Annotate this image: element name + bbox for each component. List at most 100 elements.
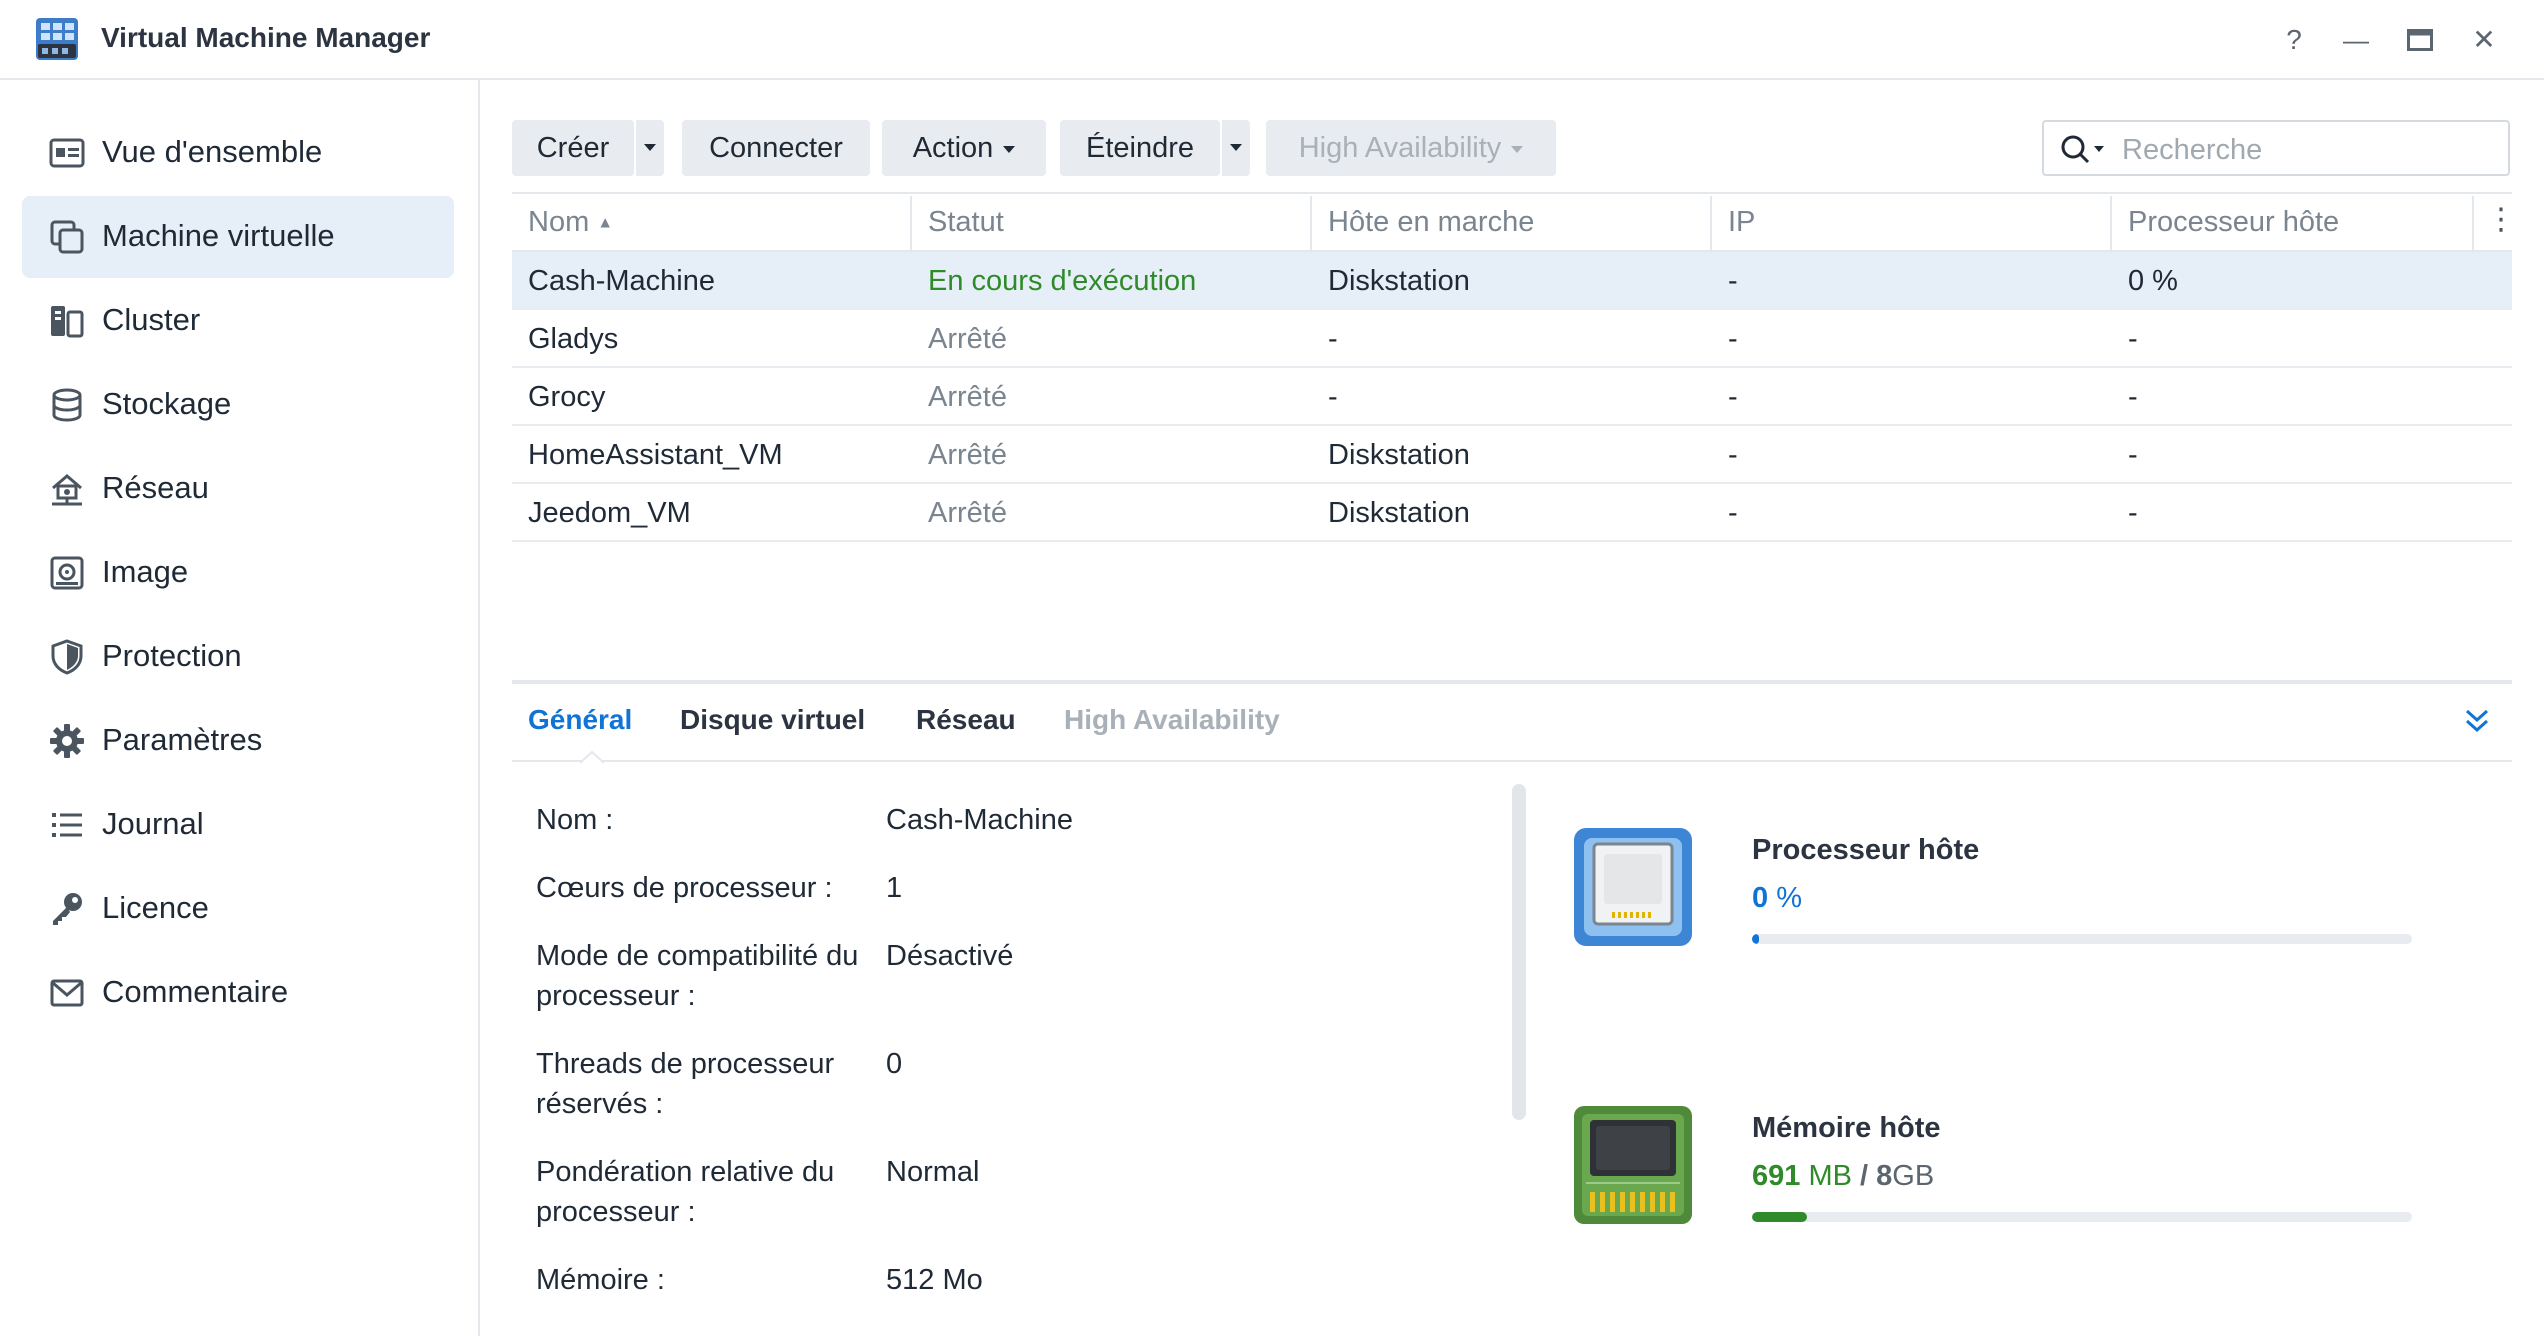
connect-button[interactable]: Connecter bbox=[682, 120, 870, 176]
memory-total-number: 8 bbox=[1876, 1160, 1893, 1192]
minimize-icon[interactable]: — bbox=[2336, 20, 2376, 60]
search-placeholder: Recherche bbox=[2122, 134, 2263, 166]
field-label: Threads de processeur réservés : bbox=[536, 1048, 835, 1120]
column-divider[interactable] bbox=[2110, 196, 2112, 252]
field-value: Cash-Machine bbox=[886, 804, 1073, 836]
vm-host-cpu: - bbox=[2128, 497, 2138, 529]
sidebar-item-virtual-machine[interactable]: Machine virtuelle bbox=[22, 196, 454, 278]
sidebar-item-label: Machine virtuelle bbox=[102, 218, 335, 253]
column-options-icon[interactable]: ⋮ bbox=[2486, 202, 2516, 237]
sidebar-item-label: Paramètres bbox=[102, 722, 263, 757]
shield-icon bbox=[51, 639, 83, 675]
vm-host-cpu: 0 % bbox=[2128, 265, 2178, 297]
sidebar-item-settings[interactable]: Paramètres bbox=[22, 700, 454, 782]
table-row[interactable]: Gladys Arrêté - - - bbox=[512, 310, 2512, 368]
action-button[interactable]: Action bbox=[882, 120, 1046, 176]
high-availability-button[interactable]: High Availability bbox=[1266, 120, 1556, 176]
vm-status: Arrêté bbox=[928, 381, 1007, 413]
column-header-name[interactable]: Nom ▲ bbox=[528, 206, 613, 239]
memory-usage-value: 691 MB / 8GB bbox=[1752, 1160, 1934, 1193]
sidebar-item-log[interactable]: Journal bbox=[22, 784, 454, 866]
sidebar: Vue d'ensemble Machine virtuelle Cluster… bbox=[0, 80, 480, 1336]
sidebar-item-label: Commentaire bbox=[102, 974, 289, 1009]
vm-name: Gladys bbox=[528, 323, 619, 355]
vm-ip: - bbox=[1728, 323, 1738, 355]
memory-used-number: 691 bbox=[1752, 1160, 1801, 1192]
chevron-down-icon bbox=[644, 144, 656, 152]
tab-network[interactable]: Réseau bbox=[916, 704, 1016, 736]
network-icon bbox=[52, 474, 82, 506]
gear-icon bbox=[50, 724, 84, 758]
column-header-status[interactable]: Statut bbox=[928, 206, 1004, 239]
detail-scrollbar[interactable] bbox=[1512, 784, 1526, 1120]
title-bar: Virtual Machine Manager ? — ✕ bbox=[0, 0, 2544, 80]
close-icon[interactable]: ✕ bbox=[2464, 20, 2504, 60]
sidebar-item-image[interactable]: Image bbox=[22, 532, 454, 614]
field-value: 1 bbox=[886, 872, 903, 904]
sidebar-item-label: Journal bbox=[102, 806, 204, 841]
sidebar-item-protection[interactable]: Protection bbox=[22, 616, 454, 698]
cpu-usage-title: Processeur hôte bbox=[1752, 834, 1980, 866]
table-row[interactable]: Jeedom_VM Arrêté Diskstation - - bbox=[512, 484, 2512, 542]
field-label: Mémoire : bbox=[536, 1264, 665, 1296]
mail-icon bbox=[50, 979, 84, 1007]
sidebar-item-feedback[interactable]: Commentaire bbox=[22, 952, 454, 1034]
vm-host: Diskstation bbox=[1328, 265, 1470, 297]
shutdown-dropdown-button[interactable] bbox=[1220, 120, 1250, 176]
table-row[interactable]: Grocy Arrêté - - - bbox=[512, 368, 2512, 426]
tab-divider bbox=[512, 760, 2512, 762]
search-input[interactable]: Recherche bbox=[2042, 120, 2510, 176]
table-row[interactable]: Cash-Machine En cours d'exécution Diskst… bbox=[512, 252, 2512, 310]
cpu-usage-number: 0 bbox=[1752, 882, 1769, 914]
field-label: Cœurs de processeur : bbox=[536, 872, 833, 904]
memory-usage-bar-fill bbox=[1752, 1212, 1808, 1222]
app-title: Virtual Machine Manager bbox=[101, 22, 431, 53]
create-dropdown-button[interactable] bbox=[634, 120, 664, 176]
help-icon[interactable]: ? bbox=[2274, 20, 2314, 60]
column-divider[interactable] bbox=[1310, 196, 1312, 252]
cluster-icon bbox=[51, 306, 84, 338]
vm-status: Arrêté bbox=[928, 439, 1007, 471]
sidebar-item-license[interactable]: Licence bbox=[22, 868, 454, 950]
vm-ip: - bbox=[1728, 381, 1738, 413]
sidebar-item-overview[interactable]: Vue d'ensemble bbox=[22, 112, 454, 194]
app-logo-icon bbox=[36, 18, 78, 60]
chevron-down-icon bbox=[1003, 145, 1016, 153]
vm-host-cpu: - bbox=[2128, 323, 2138, 355]
create-button[interactable]: Créer bbox=[512, 120, 634, 176]
sidebar-item-network[interactable]: Réseau bbox=[22, 448, 454, 530]
column-divider[interactable] bbox=[910, 196, 912, 252]
cpu-usage-unit: % bbox=[1776, 882, 1802, 914]
tab-general[interactable]: Général bbox=[528, 704, 632, 736]
vm-host-cpu: - bbox=[2128, 439, 2138, 471]
search-icon[interactable] bbox=[2060, 134, 2108, 164]
maximize-icon[interactable] bbox=[2400, 20, 2440, 60]
sidebar-item-label: Protection bbox=[102, 638, 242, 673]
field-label: Nom : bbox=[536, 804, 614, 836]
column-divider[interactable] bbox=[2472, 196, 2474, 252]
column-header-ip[interactable]: IP bbox=[1728, 206, 1755, 239]
shutdown-button[interactable]: Éteindre bbox=[1060, 120, 1220, 176]
table-row[interactable]: HomeAssistant_VM Arrêté Diskstation - - bbox=[512, 426, 2512, 484]
active-tab-pointer bbox=[580, 750, 604, 764]
vm-ip: - bbox=[1728, 497, 1738, 529]
column-divider[interactable] bbox=[1710, 196, 1712, 252]
sidebar-item-cluster[interactable]: Cluster bbox=[22, 280, 454, 362]
sidebar-item-storage[interactable]: Stockage bbox=[22, 364, 454, 446]
field-label: Pondération relative du processeur : bbox=[536, 1156, 835, 1228]
tab-virtual-disk[interactable]: Disque virtuel bbox=[680, 704, 865, 736]
main-content: Créer Connecter Action Éteindre High Ava… bbox=[480, 80, 2544, 1336]
high-availability-label: High Availability bbox=[1298, 132, 1502, 164]
vm-host: - bbox=[1328, 381, 1338, 413]
vm-status: Arrêté bbox=[928, 323, 1007, 355]
key-icon bbox=[53, 893, 82, 925]
memory-usage-bar bbox=[1752, 1212, 2412, 1222]
collapse-panel-icon[interactable] bbox=[2462, 706, 2492, 736]
vm-name: HomeAssistant_VM bbox=[528, 439, 783, 471]
vm-name: Grocy bbox=[528, 381, 606, 413]
column-header-label: Nom bbox=[528, 206, 590, 238]
column-header-host-cpu[interactable]: Processeur hôte bbox=[2128, 206, 2339, 239]
field-value: Normal bbox=[886, 1156, 980, 1188]
column-header-host[interactable]: Hôte en marche bbox=[1328, 206, 1534, 239]
tab-high-availability[interactable]: High Availability bbox=[1064, 704, 1280, 736]
